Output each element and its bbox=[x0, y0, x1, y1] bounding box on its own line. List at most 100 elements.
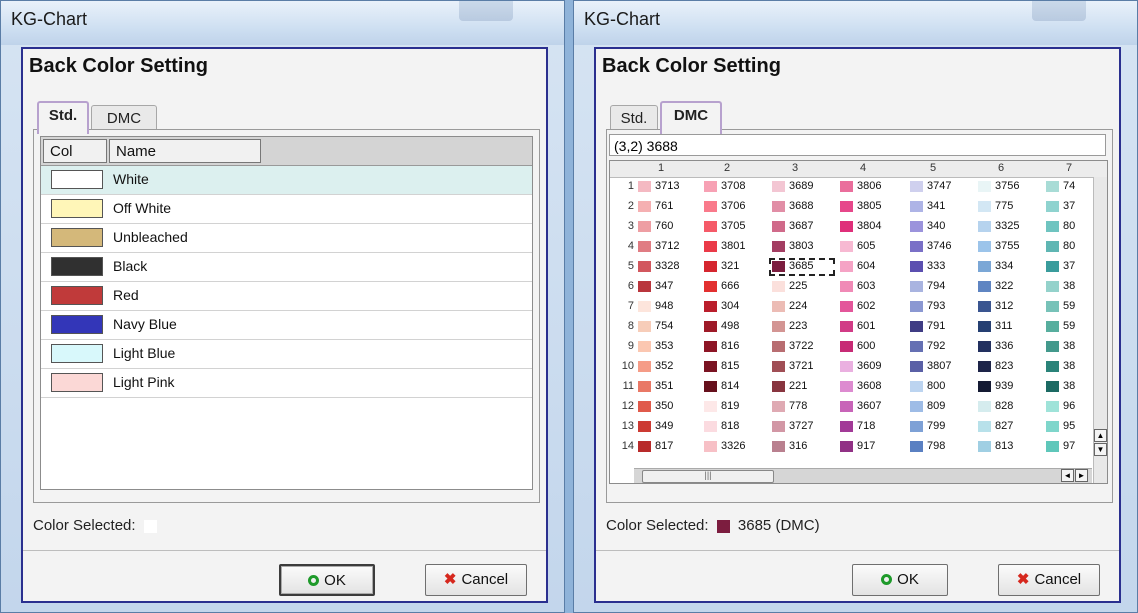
grid-cell[interactable]: 38 bbox=[1044, 339, 1094, 355]
grid-cell[interactable]: 939 bbox=[976, 379, 1040, 395]
grid-cell[interactable]: 350 bbox=[636, 399, 700, 415]
horizontal-scrollbar[interactable]: ||| ◄ ► bbox=[634, 468, 1092, 483]
grid-cell[interactable]: 59 bbox=[1044, 299, 1094, 315]
grid-cell[interactable]: 96 bbox=[1044, 399, 1094, 415]
grid-cell[interactable]: 809 bbox=[908, 399, 972, 415]
grid-cell[interactable]: 333 bbox=[908, 259, 972, 275]
cell-address-field[interactable]: (3,2) 3688 bbox=[609, 134, 1106, 156]
grid-cell[interactable]: 827 bbox=[976, 419, 1040, 435]
ok-button[interactable]: OK bbox=[279, 564, 375, 596]
list-item[interactable]: Unbleached bbox=[41, 224, 532, 253]
grid-cell[interactable]: 815 bbox=[702, 359, 766, 375]
grid-cell[interactable]: 828 bbox=[976, 399, 1040, 415]
title-bar[interactable]: KG-Chart bbox=[574, 1, 1137, 45]
grid-cell[interactable]: 948 bbox=[636, 299, 700, 315]
grid-cell[interactable]: 3608 bbox=[838, 379, 902, 395]
grid-cell[interactable]: 3706 bbox=[702, 199, 766, 215]
grid-cell[interactable]: 3755 bbox=[976, 239, 1040, 255]
grid-cell[interactable]: 775 bbox=[976, 199, 1040, 215]
grid-cell[interactable]: 778 bbox=[770, 399, 834, 415]
list-item[interactable]: Light Blue bbox=[41, 340, 532, 369]
grid-cell[interactable]: 38 bbox=[1044, 379, 1094, 395]
grid-cell[interactable]: 794 bbox=[908, 279, 972, 295]
grid-cell[interactable]: 791 bbox=[908, 319, 972, 335]
column-header-col[interactable]: Col bbox=[43, 139, 107, 163]
scroll-down-arrow-icon[interactable]: ▼ bbox=[1094, 443, 1107, 456]
grid-cell[interactable]: 793 bbox=[908, 299, 972, 315]
tab-std[interactable]: Std. bbox=[37, 101, 89, 134]
list-item[interactable]: White bbox=[41, 166, 532, 195]
grid-cell[interactable]: 3325 bbox=[976, 219, 1040, 235]
grid-cell[interactable]: 37 bbox=[1044, 259, 1094, 275]
grid-cell[interactable]: 818 bbox=[702, 419, 766, 435]
window-control-button[interactable] bbox=[1032, 1, 1086, 21]
tab-dmc[interactable]: DMC bbox=[660, 101, 722, 134]
grid-cell[interactable]: 3705 bbox=[702, 219, 766, 235]
grid-cell[interactable]: 3687 bbox=[770, 219, 834, 235]
grid-cell[interactable]: 224 bbox=[770, 299, 834, 315]
grid-cell[interactable]: 3328 bbox=[636, 259, 700, 275]
grid-cell[interactable]: 3804 bbox=[838, 219, 902, 235]
grid-cell[interactable]: 602 bbox=[838, 299, 902, 315]
grid-cell[interactable]: 347 bbox=[636, 279, 700, 295]
ok-button[interactable]: OK bbox=[852, 564, 948, 596]
grid-cell[interactable]: 3747 bbox=[908, 179, 972, 195]
scroll-left-arrow-icon[interactable]: ◄ bbox=[1061, 469, 1074, 482]
list-item[interactable]: Light Pink bbox=[41, 369, 532, 398]
grid-cell[interactable]: 349 bbox=[636, 419, 700, 435]
grid-cell[interactable]: 3712 bbox=[636, 239, 700, 255]
grid-cell[interactable]: 37 bbox=[1044, 199, 1094, 215]
grid-cell[interactable]: 351 bbox=[636, 379, 700, 395]
grid-cell[interactable]: 3806 bbox=[838, 179, 902, 195]
grid-cell[interactable]: 221 bbox=[770, 379, 834, 395]
grid-cell[interactable]: 312 bbox=[976, 299, 1040, 315]
grid-cell[interactable]: 3326 bbox=[702, 439, 766, 455]
tab-dmc[interactable]: DMC bbox=[91, 105, 157, 132]
grid-cell[interactable]: 311 bbox=[976, 319, 1040, 335]
grid-cell[interactable]: 97 bbox=[1044, 439, 1094, 455]
grid-cell[interactable]: 352 bbox=[636, 359, 700, 375]
grid-cell[interactable]: 718 bbox=[838, 419, 902, 435]
grid-cell[interactable]: 3685 bbox=[769, 258, 835, 276]
grid-cell[interactable]: 225 bbox=[770, 279, 834, 295]
grid-cell[interactable]: 3688 bbox=[770, 199, 834, 215]
grid-cell[interactable]: 754 bbox=[636, 319, 700, 335]
scroll-right-arrow-icon[interactable]: ► bbox=[1075, 469, 1088, 482]
grid-cell[interactable]: 760 bbox=[636, 219, 700, 235]
grid-cell[interactable]: 800 bbox=[908, 379, 972, 395]
grid-cell[interactable]: 316 bbox=[770, 439, 834, 455]
grid-cell[interactable]: 3607 bbox=[838, 399, 902, 415]
grid-cell[interactable]: 322 bbox=[976, 279, 1040, 295]
vertical-scrollbar[interactable]: ▲ ▼ bbox=[1093, 177, 1107, 483]
grid-cell[interactable]: 3807 bbox=[908, 359, 972, 375]
grid-cell[interactable]: 3805 bbox=[838, 199, 902, 215]
grid-cell[interactable]: 38 bbox=[1044, 359, 1094, 375]
grid-cell[interactable]: 80 bbox=[1044, 219, 1094, 235]
grid-cell[interactable]: 3722 bbox=[770, 339, 834, 355]
column-header-name[interactable]: Name bbox=[109, 139, 261, 163]
grid-cell[interactable]: 603 bbox=[838, 279, 902, 295]
grid-cell[interactable]: 3727 bbox=[770, 419, 834, 435]
grid-cell[interactable]: 823 bbox=[976, 359, 1040, 375]
grid-cell[interactable]: 3713 bbox=[636, 179, 700, 195]
grid-cell[interactable]: 95 bbox=[1044, 419, 1094, 435]
grid-cell[interactable]: 3801 bbox=[702, 239, 766, 255]
grid-cell[interactable]: 3708 bbox=[702, 179, 766, 195]
grid-cell[interactable]: 3803 bbox=[770, 239, 834, 255]
grid-cell[interactable]: 80 bbox=[1044, 239, 1094, 255]
grid-cell[interactable]: 336 bbox=[976, 339, 1040, 355]
grid-cell[interactable]: 340 bbox=[908, 219, 972, 235]
grid-cell[interactable]: 666 bbox=[702, 279, 766, 295]
grid-cell[interactable]: 3746 bbox=[908, 239, 972, 255]
title-bar[interactable]: KG-Chart bbox=[1, 1, 564, 45]
cancel-button[interactable]: ✖ Cancel bbox=[425, 564, 527, 596]
list-item[interactable]: Navy Blue bbox=[41, 311, 532, 340]
list-item[interactable]: Black bbox=[41, 253, 532, 282]
grid-cell[interactable]: 304 bbox=[702, 299, 766, 315]
grid-cell[interactable]: 799 bbox=[908, 419, 972, 435]
grid-cell[interactable]: 600 bbox=[838, 339, 902, 355]
grid-cell[interactable]: 761 bbox=[636, 199, 700, 215]
grid-cell[interactable]: 498 bbox=[702, 319, 766, 335]
grid-cell[interactable]: 353 bbox=[636, 339, 700, 355]
grid-cell[interactable]: 59 bbox=[1044, 319, 1094, 335]
